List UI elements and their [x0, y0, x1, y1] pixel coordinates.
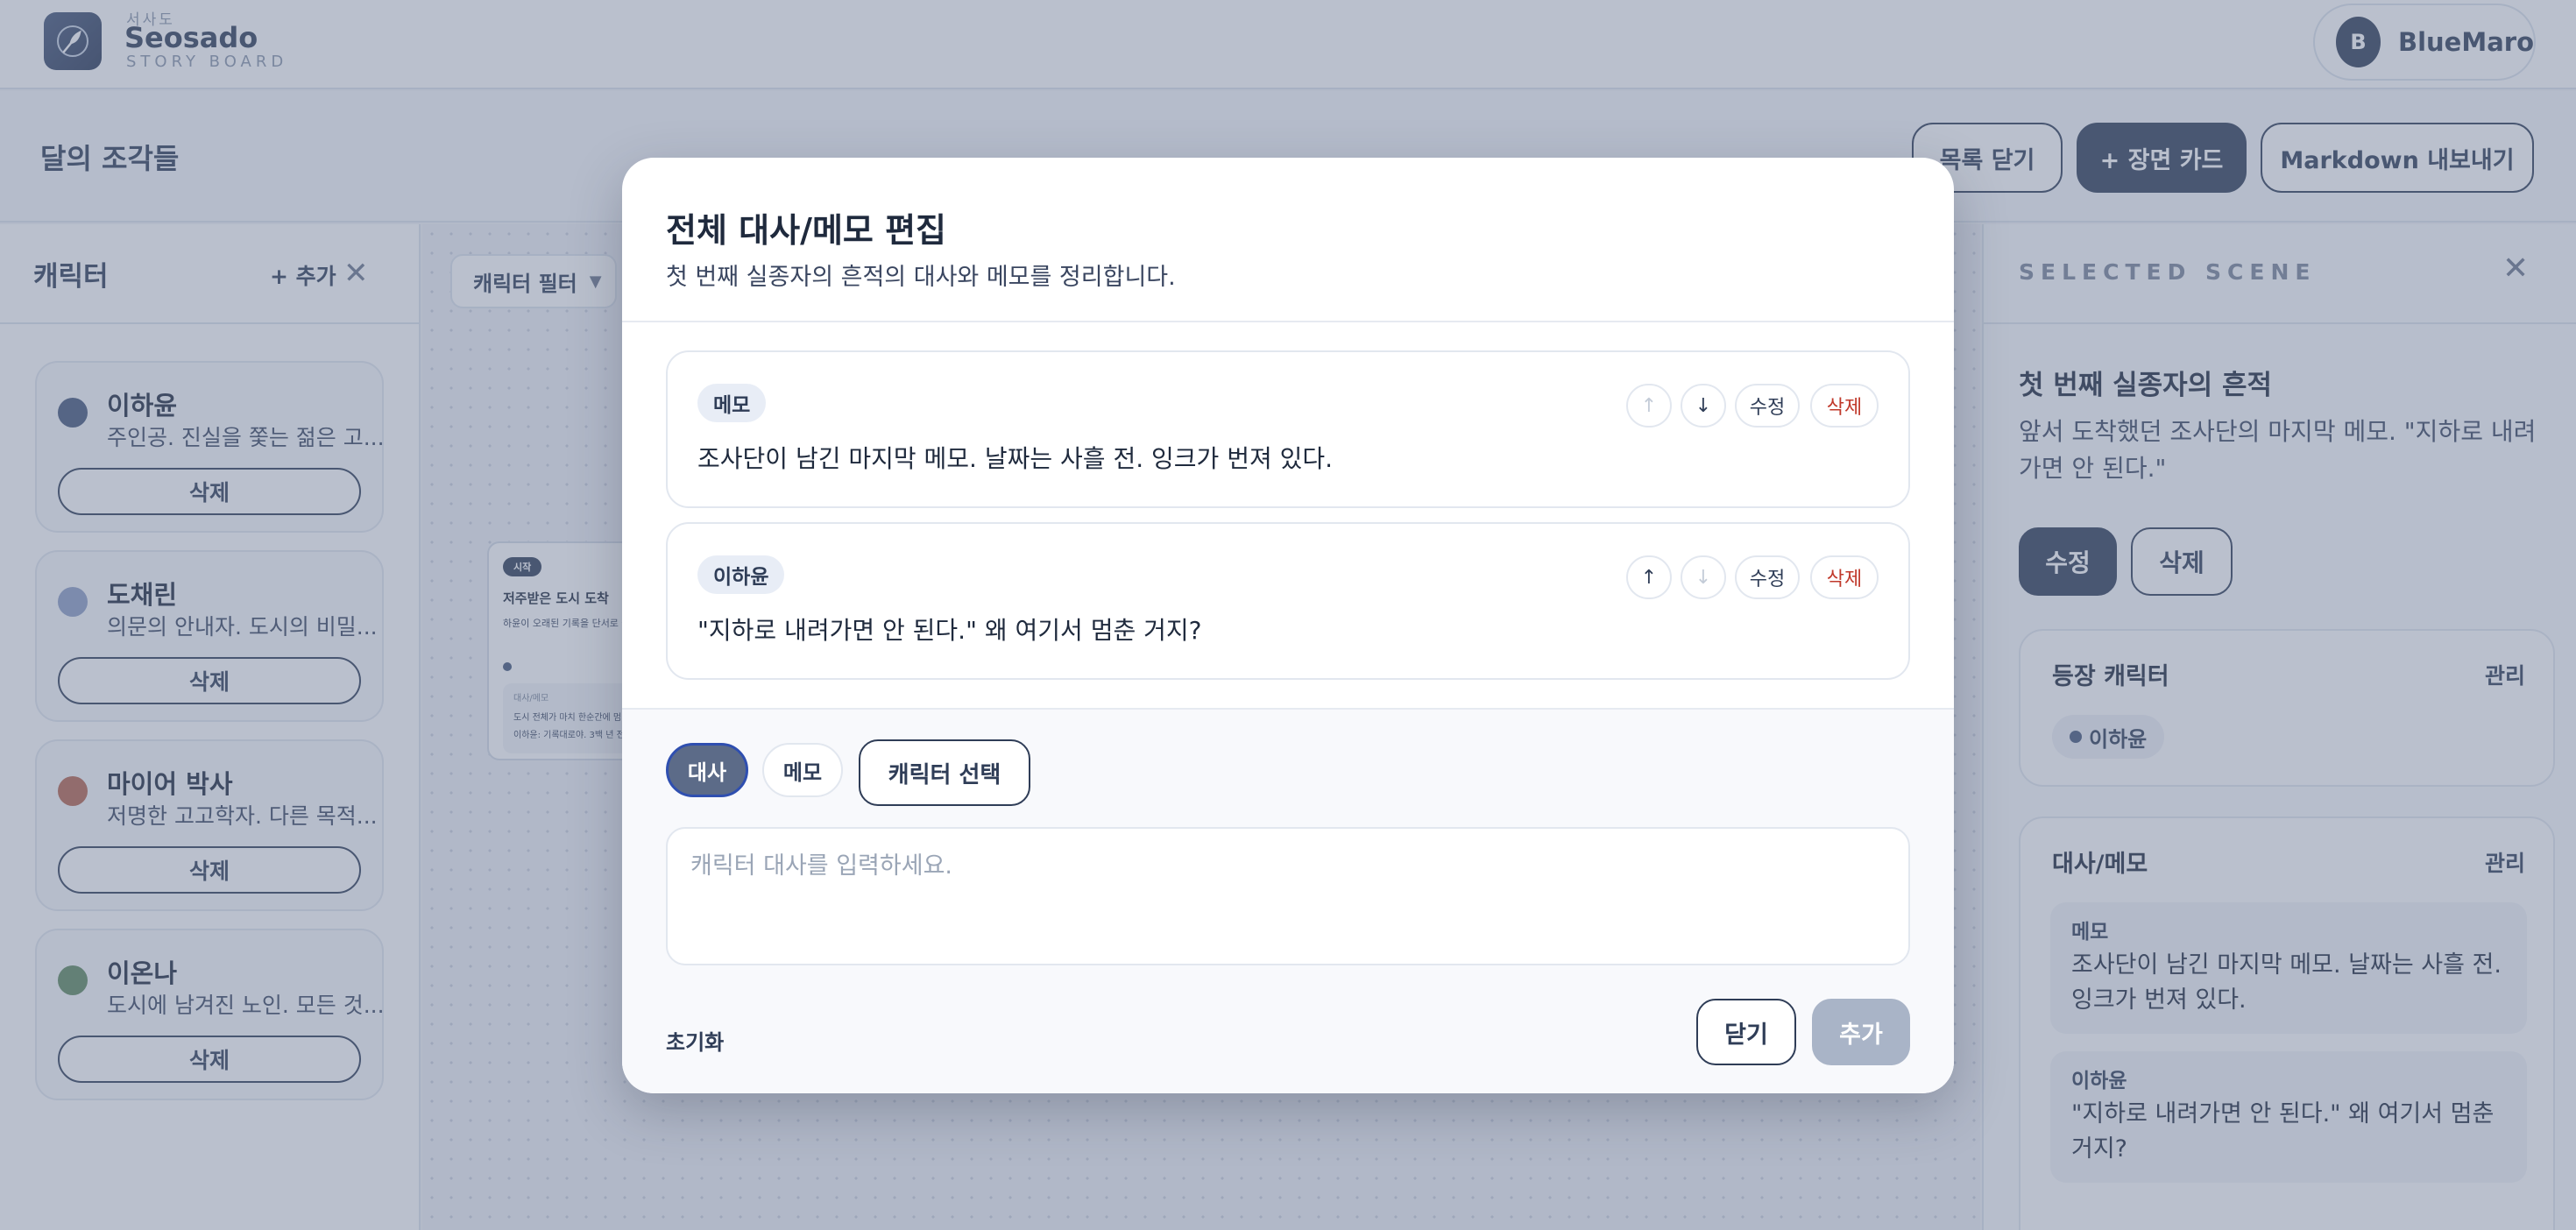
entry-text: "지하로 내려가면 안 된다." 왜 여기서 멈춘 거지?	[697, 616, 1202, 645]
reset-button[interactable]: 초기화	[666, 1025, 724, 1056]
entry-text: 조사단이 남긴 마지막 메모. 날짜는 사흘 전. 잉크가 번져 있다.	[697, 444, 1334, 473]
add-entry-button[interactable]: 추가	[1812, 999, 1910, 1065]
delete-entry-button[interactable]: 삭제	[1810, 555, 1879, 599]
entry-composer: 대사 메모 캐릭터 선택 초기화 닫기 추가	[622, 708, 1954, 1093]
move-down-icon[interactable]: ↓	[1681, 555, 1726, 599]
entry-type-badge: 이하윤	[697, 555, 785, 594]
close-modal-button[interactable]: 닫기	[1696, 999, 1796, 1065]
edit-entry-button[interactable]: 수정	[1735, 555, 1800, 599]
character-select-button[interactable]: 캐릭터 선택	[859, 739, 1030, 806]
dialogue-edit-modal: 전체 대사/메모 편집 첫 번째 실종자의 흔적의 대사와 메모를 정리합니다.…	[622, 158, 1954, 1093]
modal-subtitle: 첫 번째 실종자의 흔적의 대사와 메모를 정리합니다.	[666, 264, 1176, 291]
entry-type-badge: 메모	[697, 384, 767, 422]
dialogue-entry: 메모 ↑ ↓ 수정 삭제 조사단이 남긴 마지막 메모. 날짜는 사흘 전. 잉…	[666, 350, 1910, 508]
move-down-icon[interactable]: ↓	[1681, 384, 1726, 428]
tab-memo[interactable]: 메모	[762, 743, 843, 797]
divider	[622, 321, 1954, 322]
tab-dialogue[interactable]: 대사	[666, 743, 748, 797]
dialogue-entry: 이하윤 ↑ ↓ 수정 삭제 "지하로 내려가면 안 된다." 왜 여기서 멈춘 …	[666, 522, 1910, 680]
edit-entry-button[interactable]: 수정	[1735, 384, 1800, 428]
move-up-icon[interactable]: ↑	[1626, 384, 1672, 428]
modal-title: 전체 대사/메모 편집	[666, 211, 947, 250]
delete-entry-button[interactable]: 삭제	[1810, 384, 1879, 428]
dialogue-input[interactable]	[666, 827, 1910, 965]
move-up-icon[interactable]: ↑	[1626, 555, 1672, 599]
